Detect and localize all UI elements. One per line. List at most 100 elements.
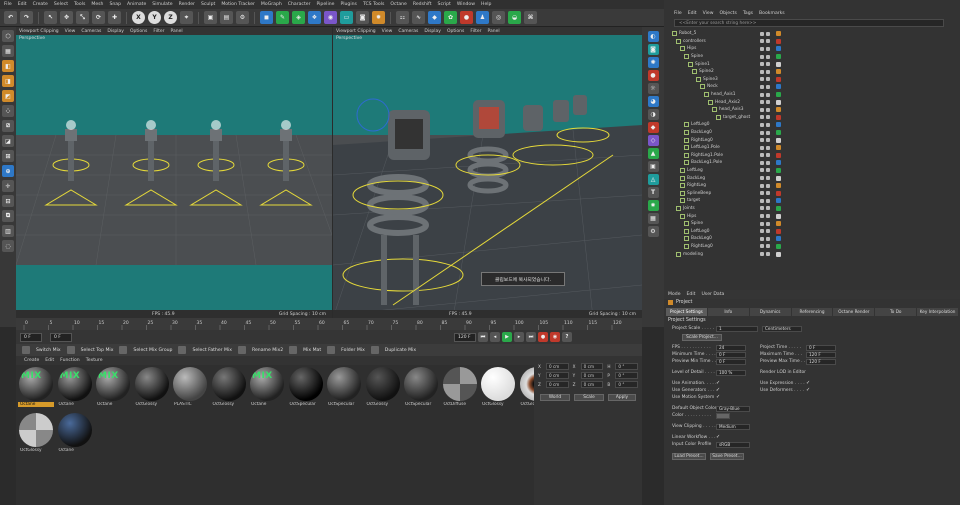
object-tree-row[interactable]: BackLeg0 xyxy=(672,129,956,137)
project-time-field[interactable]: 0 F xyxy=(806,345,836,351)
move-icon[interactable]: ✥ xyxy=(60,11,73,24)
scale-icon[interactable]: ⤡ xyxy=(76,11,89,24)
attribute-menu-mode[interactable]: Mode xyxy=(668,292,681,297)
object-tree-row[interactable]: LeftLeg1.Pole xyxy=(672,144,956,152)
tag-icon[interactable] xyxy=(776,69,781,75)
octane-live-viewer-icon[interactable]: ◐ xyxy=(647,31,659,42)
mograph-icon[interactable]: ◆ xyxy=(428,11,441,24)
use-expression-checkbox[interactable]: ✓ xyxy=(806,381,811,386)
render-visibility-dot[interactable] xyxy=(766,229,770,234)
render-visibility-dot[interactable] xyxy=(766,92,770,97)
record-keys-icon[interactable]: ● xyxy=(538,332,548,342)
object-tree-row[interactable]: Robot_5 xyxy=(672,30,956,38)
linear-workflow-checkbox[interactable]: ✓ xyxy=(716,435,721,440)
octane-light-icon[interactable]: ✺ xyxy=(647,57,659,68)
object-tree-row[interactable]: target_ghost xyxy=(672,114,956,122)
tag-icon[interactable] xyxy=(776,92,781,98)
menu-item-pipeline[interactable]: Pipeline xyxy=(316,2,334,7)
render-visibility-dot[interactable] xyxy=(766,198,770,203)
object-tree-row[interactable]: Hips xyxy=(672,45,956,53)
tag-icon[interactable] xyxy=(776,183,781,189)
material-menu-edit[interactable]: Edit xyxy=(45,358,54,363)
render-visibility-dot[interactable] xyxy=(766,244,770,249)
record-icon[interactable]: ● xyxy=(460,11,473,24)
current-frame-field[interactable]: 0 F xyxy=(50,332,72,342)
menu-item-octane[interactable]: Octane xyxy=(390,2,407,7)
tag-icon[interactable] xyxy=(776,76,781,82)
coordinate-value-field[interactable]: 0 cm xyxy=(580,380,604,388)
uv-mode-icon[interactable]: ⊞ xyxy=(2,150,14,162)
redshift-rv-icon[interactable]: ▦ xyxy=(647,213,659,224)
object-tree-row[interactable]: Spine xyxy=(672,220,956,228)
octane-daylight-icon[interactable]: ☼ xyxy=(647,83,659,94)
object-tree-row[interactable]: RightLeg0 xyxy=(672,243,956,251)
soft-select-icon[interactable]: ◌ xyxy=(2,240,14,252)
object-tree-row[interactable]: LeftLeg0 xyxy=(672,227,956,235)
visibility-dots[interactable] xyxy=(760,31,770,36)
material-menu-texture[interactable]: Texture xyxy=(86,358,103,363)
material-swatch[interactable]: OctGlossy xyxy=(480,367,516,407)
render-visibility-dot[interactable] xyxy=(766,214,770,219)
render-visibility-dot[interactable] xyxy=(766,46,770,51)
render-visibility-dot[interactable] xyxy=(766,84,770,89)
render-visibility-dot[interactable] xyxy=(766,183,770,188)
layout-icon[interactable]: ⚏ xyxy=(396,11,409,24)
render-visibility-dot[interactable] xyxy=(766,168,770,173)
visibility-dots[interactable] xyxy=(760,62,770,67)
object-menu-edit[interactable]: Edit xyxy=(688,11,697,16)
object-menu-bookmarks[interactable]: Bookmarks xyxy=(759,11,785,16)
tab-octane-render[interactable]: Octane Render xyxy=(833,308,875,316)
view-clipping-dropdown[interactable]: Medium xyxy=(716,424,750,430)
tag-icon[interactable] xyxy=(776,175,781,181)
coordinate-value-field[interactable]: 0 cm xyxy=(546,371,569,379)
editor-visibility-dot[interactable] xyxy=(760,176,764,181)
viewport-menu-viewport-clipping[interactable]: Viewport Clipping xyxy=(19,29,59,34)
visibility-dots[interactable] xyxy=(760,191,770,196)
autokey-icon[interactable]: ◉ xyxy=(550,332,560,342)
recent-tool-icon[interactable]: ✚ xyxy=(108,11,121,24)
tag-icon[interactable] xyxy=(776,99,781,105)
tag-icon[interactable] xyxy=(776,228,781,234)
use-motion-system-checkbox[interactable]: ✓ xyxy=(716,395,721,400)
coordinate-value-field[interactable]: 0 cm xyxy=(546,380,569,388)
tag-icon[interactable] xyxy=(776,152,781,158)
spline-icon[interactable]: ∿ xyxy=(412,11,425,24)
material-swatch[interactable]: MIX Octane xyxy=(249,367,285,407)
default-color-dropdown[interactable]: Gray-Blue xyxy=(716,406,750,412)
bend-icon[interactable]: ◉ xyxy=(324,11,337,24)
redshift-icon[interactable]: ◒ xyxy=(508,11,521,24)
object-menu-tags[interactable]: Tags xyxy=(743,11,753,16)
redo-icon[interactable]: ↷ xyxy=(20,11,33,24)
object-tree-row[interactable]: Spine xyxy=(672,53,956,61)
model-mode-icon[interactable]: ◧ xyxy=(2,60,14,72)
object-tree-row[interactable]: head_Axis3 xyxy=(672,106,956,114)
menu-item-create[interactable]: Create xyxy=(33,2,48,7)
object-tree-row[interactable]: target xyxy=(672,197,956,205)
object-menu-file[interactable]: File xyxy=(674,11,682,16)
viewport-menu-cameras[interactable]: Cameras xyxy=(81,29,101,34)
keyframe-selection-icon[interactable]: ? xyxy=(562,332,572,342)
menu-item-edit[interactable]: Edit xyxy=(18,2,27,7)
save-preset-button[interactable]: Save Preset... xyxy=(710,453,744,460)
tag-icon[interactable] xyxy=(776,160,781,166)
visibility-dots[interactable] xyxy=(760,130,770,135)
menu-item-plugins[interactable]: Plugins xyxy=(340,2,356,7)
octane-material-icon[interactable]: ◕ xyxy=(647,96,659,107)
go-to-start-icon[interactable]: ⏮ xyxy=(478,332,488,342)
viewport-menu-options[interactable]: Options xyxy=(130,29,147,34)
use-animation-checkbox[interactable]: ✓ xyxy=(716,381,721,386)
editor-visibility-dot[interactable] xyxy=(760,229,764,234)
snap-icon[interactable]: ⊕ xyxy=(2,165,14,177)
object-tree-row[interactable]: controllers xyxy=(672,38,956,46)
undo-icon[interactable]: ↶ xyxy=(4,11,17,24)
tag-icon[interactable] xyxy=(776,221,781,227)
render-visibility-dot[interactable] xyxy=(766,160,770,165)
viewport-menu-view[interactable]: View xyxy=(382,29,393,34)
redshift-proxy-icon[interactable]: ◇ xyxy=(647,135,659,146)
play-icon[interactable]: ▶ xyxy=(502,332,512,342)
menu-item-file[interactable]: File xyxy=(4,2,12,7)
object-tree-row[interactable]: LeftLeg xyxy=(672,167,956,175)
viewport-left[interactable]: Viewport Clipping View Cameras Display Optio… xyxy=(16,27,332,318)
points-mode-icon[interactable]: ⁘ xyxy=(2,105,14,117)
tab-project-settings[interactable]: Project Settings xyxy=(666,308,707,316)
